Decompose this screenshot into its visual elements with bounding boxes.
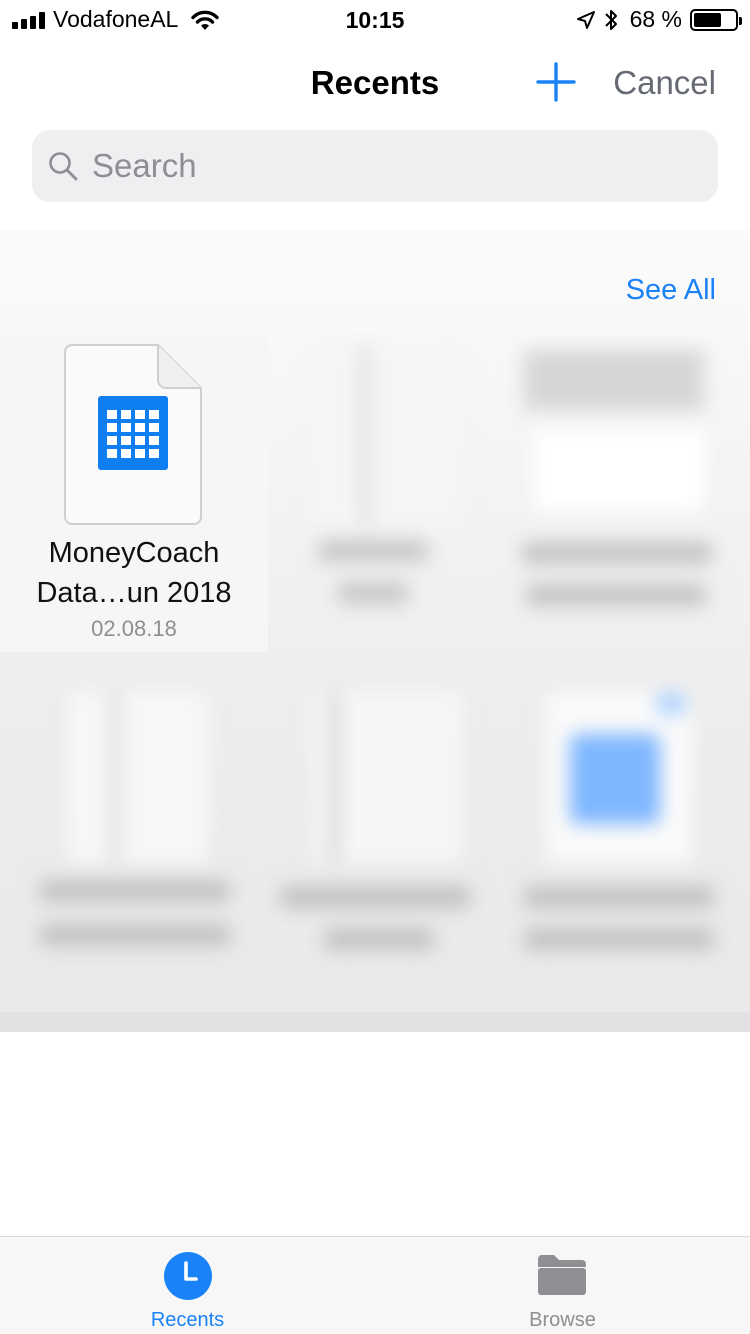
tab-bar: Recents Browse — [0, 1236, 750, 1334]
recent-file-tile-blurred[interactable] — [268, 334, 536, 652]
cancel-button[interactable]: Cancel — [613, 64, 716, 102]
spreadsheet-icon — [98, 396, 168, 470]
tab-browse-label: Browse — [529, 1309, 596, 1331]
spreadsheet-document-icon — [64, 344, 202, 525]
clock-icon — [164, 1252, 212, 1300]
section-divider — [0, 1012, 750, 1032]
add-button[interactable] — [536, 62, 576, 102]
see-all-link[interactable]: See All — [626, 274, 716, 307]
battery-percent: 68 % — [629, 6, 682, 32]
search-icon — [49, 152, 78, 181]
recent-file-tile-blurred[interactable] — [0, 680, 268, 998]
tab-recents[interactable]: Recents — [0, 1237, 375, 1334]
battery-icon — [690, 8, 742, 31]
location-arrow-icon — [576, 10, 595, 29]
status-right: 68 % — [576, 6, 742, 33]
tab-recents-label: Recents — [150, 1309, 225, 1331]
recent-file-tile-blurred[interactable] — [510, 334, 750, 652]
recent-file-tile-blurred[interactable] — [268, 680, 536, 998]
bluetooth-icon — [604, 9, 617, 30]
file-name-line2: Data…un 2018 — [36, 577, 232, 609]
file-date: 02.08.18 — [91, 616, 177, 641]
search-input[interactable] — [92, 147, 692, 185]
recent-file-tile[interactable]: MoneyCoach Data…un 2018 02.08.18 — [0, 334, 268, 652]
plus-icon — [536, 62, 576, 102]
battery-level-fill — [694, 12, 722, 27]
search-bar[interactable] — [32, 130, 718, 202]
tab-browse[interactable]: Browse — [375, 1237, 750, 1334]
recent-file-tile-blurred[interactable] — [510, 680, 750, 998]
status-bar: VodafoneAL 10:15 68 % — [0, 0, 750, 40]
file-name-line1: MoneyCoach — [48, 537, 220, 569]
folder-icon — [538, 1255, 586, 1295]
